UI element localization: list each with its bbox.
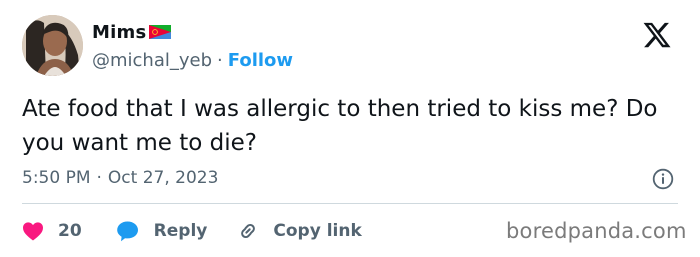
avatar[interactable] (22, 15, 83, 76)
x-logo-icon[interactable] (642, 20, 672, 50)
tweet-time[interactable]: 5:50 PM (22, 168, 91, 188)
timestamp-separator: · (96, 168, 102, 188)
link-icon (241, 223, 256, 239)
author-display-name[interactable]: Mims (92, 22, 146, 43)
divider (22, 203, 678, 204)
tweet-card: Mims @michal_yeb · Follow Ate food that … (0, 0, 700, 257)
boredpanda-watermark: boredpanda.com (506, 219, 687, 243)
handle-separator: · (217, 49, 223, 71)
reply-bubble-icon (116, 221, 138, 242)
author-name-row: Mims (92, 20, 172, 44)
reply-button[interactable]: Reply (116, 220, 208, 242)
eritrea-flag-icon (149, 25, 172, 39)
like-count: 20 (58, 221, 82, 241)
heart-icon (23, 222, 43, 241)
author-handle-row: @michal_yeb · Follow (92, 48, 293, 72)
like-button[interactable]: 20 (22, 221, 82, 241)
reply-label: Reply (153, 221, 208, 241)
tweet-date[interactable]: Oct 27, 2023 (108, 168, 219, 188)
author-handle[interactable]: @michal_yeb (92, 50, 212, 71)
tweet-text: Ate food that I was allergic to then tri… (22, 96, 658, 156)
tweet-timestamp[interactable]: 5:50 PM · Oct 27, 2023 (22, 166, 218, 190)
follow-button[interactable]: Follow (228, 50, 293, 71)
copy-link-label: Copy link (273, 221, 362, 241)
info-icon[interactable] (652, 168, 674, 190)
copy-link-button[interactable]: Copy link (237, 220, 362, 242)
tweet-actions: 20 Reply Copy link (22, 218, 362, 244)
